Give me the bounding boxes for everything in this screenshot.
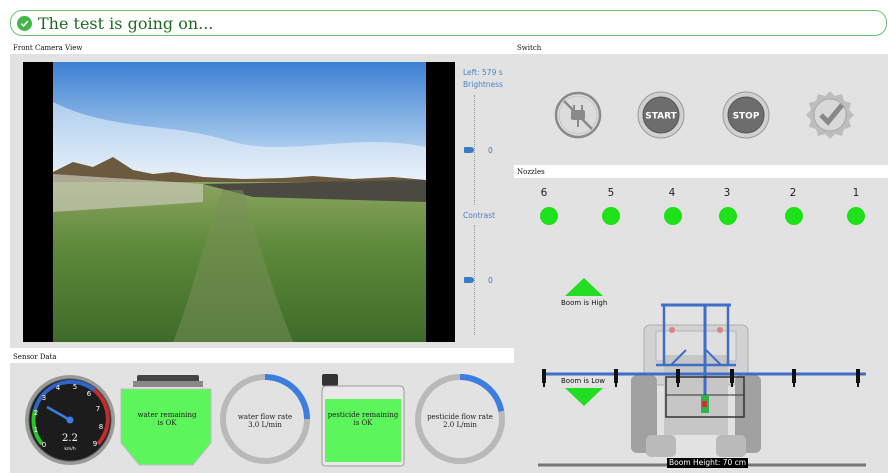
sensor-panel-title: Sensor Data: [13, 353, 57, 361]
pesticide-remaining-line1: pesticide remaining: [327, 411, 399, 419]
water-flow-text: water flow rate 3.0 L/min: [226, 413, 304, 429]
speedometer: 0 1 2 3 4 5 6 7 8 9 2.2 km/h: [24, 374, 116, 466]
stop-button-label: STOP: [733, 112, 760, 122]
nozzle-1-label: 1: [852, 187, 860, 199]
nozzle-3-label: 3: [723, 187, 731, 199]
stop-button[interactable]: STOP: [722, 91, 770, 139]
pesticide-remaining-line2: is OK: [353, 419, 373, 427]
speed-tick-7: 7: [96, 405, 100, 413]
water-remaining-line1: water remaining: [137, 411, 197, 419]
start-button-label: START: [645, 112, 677, 122]
camera-feed: [53, 62, 426, 342]
brightness-value: 0: [488, 146, 493, 155]
nozzle-2-indicator: [785, 207, 803, 225]
switch-panel-title: Switch: [517, 44, 542, 52]
nozzle-5-label: 5: [607, 187, 615, 199]
nozzle-6-indicator: [540, 207, 558, 225]
pesticide-flow-value: 2.0 L/min: [443, 421, 477, 429]
nozzle-4-indicator: [664, 207, 682, 225]
power-disabled-icon[interactable]: [554, 91, 602, 139]
nozzle-1-indicator: [847, 207, 865, 225]
start-button[interactable]: START: [637, 91, 685, 139]
speed-unit: km/h: [64, 446, 76, 452]
pesticide-flow-text: pesticide flow rate 2.0 L/min: [421, 413, 499, 429]
speed-value: 2.2: [62, 433, 78, 444]
speed-tick-2: 2: [34, 409, 38, 417]
status-bar: The test is going on...: [10, 10, 887, 36]
contrast-slider-thumb[interactable]: [464, 277, 474, 283]
nozzles-panel-title: Nozzles: [517, 168, 545, 176]
water-remaining-label: water remaining is OK: [132, 411, 202, 427]
boom-height-label: Boom Height: 70 cm: [667, 458, 749, 468]
nozzle-3-indicator: [719, 207, 737, 225]
check-icon: [17, 15, 32, 31]
contrast-value: 0: [488, 276, 493, 285]
tractor-illustration: [536, 295, 876, 473]
completed-mission-icon[interactable]: [804, 89, 856, 141]
pesticide-flow-label: pesticide flow rate: [427, 413, 493, 421]
camera-panel-title: Front Camera View: [13, 44, 83, 52]
speed-tick-9: 9: [93, 440, 97, 448]
nozzle-5-indicator: [602, 207, 620, 225]
time-left-text: Left: 579 s: [463, 68, 503, 77]
speed-tick-4: 4: [56, 384, 61, 392]
boom-up-icon[interactable]: [565, 278, 603, 296]
speed-tick-5: 5: [73, 383, 77, 391]
nozzle-6-label: 6: [540, 187, 548, 199]
water-flow-value: 3.0 L/min: [248, 421, 282, 429]
pesticide-remaining-label: pesticide remaining is OK: [325, 411, 401, 427]
speed-tick-8: 8: [99, 423, 103, 431]
nozzle-2-label: 2: [789, 187, 797, 199]
contrast-slider-track[interactable]: [474, 225, 475, 335]
contrast-label: Contrast: [463, 211, 496, 220]
water-flow-label: water flow rate: [237, 413, 293, 421]
speed-tick-3: 3: [42, 394, 46, 402]
brightness-slider-track[interactable]: [474, 95, 475, 205]
status-text: The test is going on...: [38, 13, 214, 33]
brightness-label: Brightness: [463, 80, 503, 89]
speed-tick-1: 1: [34, 426, 38, 434]
speed-tick-6: 6: [87, 390, 92, 398]
speed-tick-0: 0: [42, 441, 46, 449]
nozzle-4-label: 4: [668, 187, 676, 199]
brightness-slider-thumb[interactable]: [464, 147, 474, 153]
water-remaining-line2: is OK: [157, 419, 177, 427]
